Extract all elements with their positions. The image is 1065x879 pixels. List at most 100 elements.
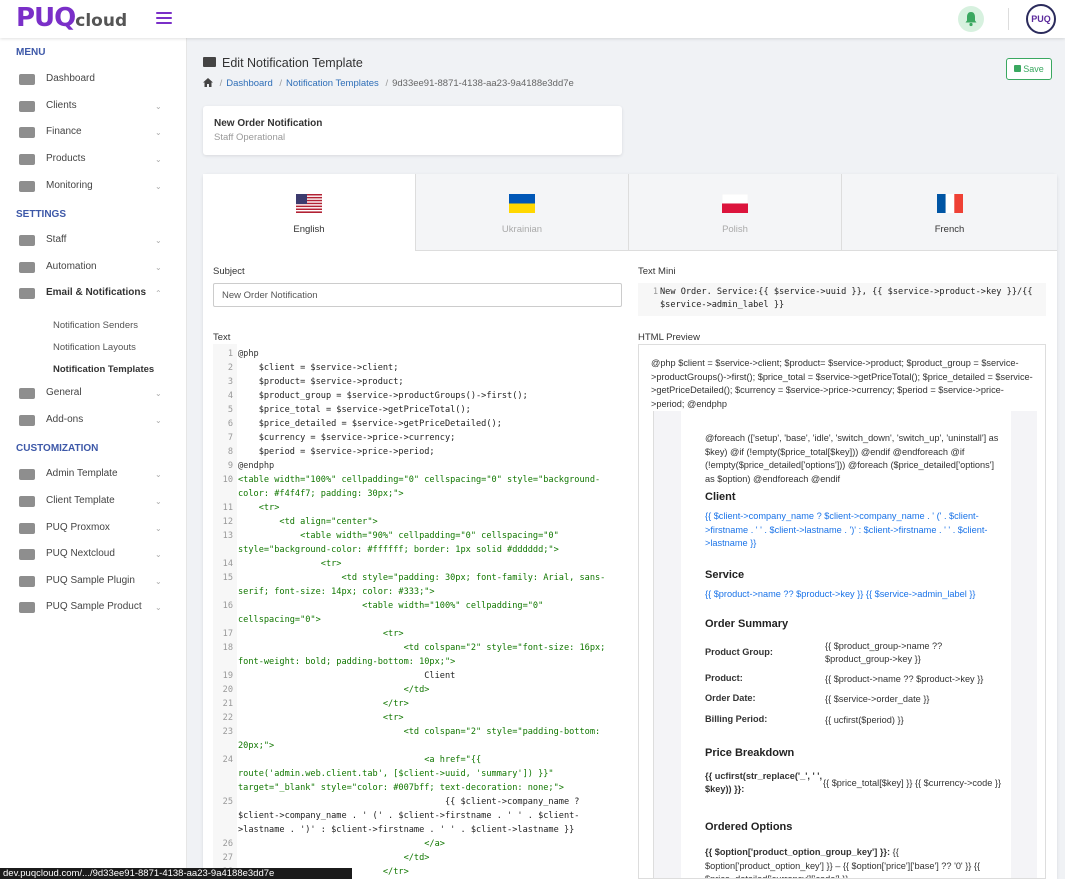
line-number: 8 [227,447,233,457]
sidebar-subitem-notification-layouts[interactable]: Notification Layouts [53,342,136,353]
code-text: <tr> [238,559,342,569]
code-line: 13 <table width="90%" cellpadding="0" ce… [213,529,622,543]
gauge-icon [18,179,36,194]
home-icon[interactable] [203,78,213,87]
tab-polish[interactable]: Polish [629,174,842,251]
code-text: style="background-color: #ffffff; border… [238,545,559,555]
sidebar-item-label: PUQ Proxmox [46,522,110,533]
breadcrumb-notification-templates[interactable]: Notification Templates [286,78,379,89]
preview-service-heading: Service [705,569,745,581]
sidebar-item-general[interactable]: General ⌄ [18,384,168,404]
sidebar-item-dashboard[interactable]: Dashboard [18,70,168,90]
code-line: 17 <tr> [213,627,622,641]
text-mini-editor[interactable]: 1 New Order. Service:{{ $service->uuid }}… [638,283,1046,316]
preview-row-key: Billing Period: [705,714,768,724]
template-name: New Order Notification [214,118,323,129]
sidebar-item-puq-sample-plugin[interactable]: PUQ Sample Plugin ⌄ [18,572,168,592]
preview-row-key: Order Date: [705,693,756,703]
preview-ordered-options-heading: Ordered Options [705,821,793,833]
sidebar-item-finance[interactable]: Finance ⌄ [18,123,168,143]
sidebar-item-label: Admin Template [46,468,118,479]
code-text: <td style="padding: 30px; font-family: A… [238,573,606,583]
window-icon [18,467,36,482]
briefcase-icon [18,521,36,536]
code-line: $client->company_name . ' (' . $client->… [213,809,622,823]
top-bar: PUQcloud PUQ [0,0,1065,38]
code-line: 1 New Order. Service:{{ $service->uuid }}… [638,286,1046,299]
menu-toggle-icon[interactable] [156,12,172,24]
code-text: $currency = $service->price->currency; [238,433,456,443]
tab-french[interactable]: French [842,174,1057,251]
line-number: 2 [227,363,233,373]
code-line: 8 $period = $service->price->period; [213,445,622,459]
code-text: 20px;"> [238,741,275,751]
france-flag-icon [937,194,963,213]
preview-options-key: {{ $option['product_option_group_key'] }… [705,847,891,857]
code-text: <tr> [238,713,404,723]
chevron-down-icon: ⌄ [155,128,162,137]
code-line: 18 <td colspan="2" style="font-size: 16p… [213,641,622,655]
sidebar-item-client-template[interactable]: Client Template ⌄ [18,492,168,512]
template-info-card: New Order Notification Staff Operational [203,106,622,155]
breadcrumb-dashboard[interactable]: Dashboard [226,78,272,89]
subject-input[interactable]: New Order Notification [213,283,622,307]
code-line: 6 $price_detailed = $service->getPriceDe… [213,417,622,431]
line-number: 1 [652,287,658,297]
code-line: $service->admin_label }} [638,299,1046,312]
code-text: <td align="center"> [238,517,378,527]
puzzle-icon [18,413,36,428]
code-line: 11 <tr> [213,501,622,515]
envelope-icon [18,286,36,301]
tab-ukrainian[interactable]: Ukrainian [416,174,629,251]
code-line: 22 <tr> [213,711,622,725]
code-line: 23 <td colspan="2" style="padding-bottom… [213,725,622,739]
code-text: </tr> [238,699,409,709]
sidebar-item-label: PUQ Sample Product [46,601,142,612]
code-line: 5 $price_total = $service->getPriceTotal… [213,403,622,417]
preview-row-key: Product Group: [705,647,773,657]
line-number: 24 [222,755,233,765]
logo-sub: cloud [75,11,128,31]
sidebar-item-admin-template[interactable]: Admin Template ⌄ [18,465,168,485]
text-code-editor[interactable]: 1 @php 2 $client = $service->client; 3 $pro… [213,344,622,879]
tab-english[interactable]: English [203,174,416,251]
sidebar: MENU SETTINGS CUSTOMIZATION Dashboard Cli… [0,38,187,879]
sidebar-item-puq-proxmox[interactable]: PUQ Proxmox ⌄ [18,519,168,539]
line-number: 19 [222,671,233,681]
sidebar-subitem-notification-senders[interactable]: Notification Senders [53,320,138,331]
code-text: New Order. Service:{{ $service->uuid }},… [660,287,1033,297]
sidebar-item-label: Products [46,153,86,164]
preview-client-link[interactable]: {{ $client->company_name ? $client->comp… [705,510,1005,551]
sidebar-item-add-ons[interactable]: Add-ons ⌄ [18,411,168,431]
line-number: 23 [222,727,233,737]
line-number: 22 [222,713,233,723]
save-button[interactable]: Save [1006,58,1052,80]
code-line: font-weight: bold; padding-bottom: 10px;… [213,655,622,669]
logo-main: PUQ [16,3,76,33]
sidebar-item-clients[interactable]: Clients ⌄ [18,97,168,117]
page-title: Edit Notification Template [222,56,363,70]
code-line: 9 @endphp [213,459,622,473]
sidebar-item-monitoring[interactable]: Monitoring ⌄ [18,177,168,197]
notifications-button[interactable] [958,6,984,32]
sidebar-item-staff[interactable]: Staff ⌄ [18,231,168,251]
template-group: Staff Operational [214,132,286,143]
logo[interactable]: PUQcloud [16,3,127,33]
avatar[interactable]: PUQ [1026,4,1056,34]
sidebar-item-label: Monitoring [46,180,93,191]
sidebar-item-automation[interactable]: Automation ⌄ [18,258,168,278]
code-line: color: #f4f4f7; padding: 30px;"> [213,487,622,501]
sidebar-subitem-notification-templates[interactable]: Notification Templates [53,364,154,375]
line-number: 9 [227,461,233,471]
sidebar-item-puq-sample-product[interactable]: PUQ Sample Product ⌄ [18,598,168,618]
tab-label: Polish [722,224,748,235]
code-text: $product= $service->product; [238,377,404,387]
code-text: Client [238,671,456,681]
preview-service-link[interactable]: {{ $product->name ?? $product->key }} {{… [705,588,1005,602]
sidebar-item-email-notifications[interactable]: Email & Notifications ⌃ [18,284,168,304]
tab-label: Ukrainian [501,224,543,235]
text-mini-label: Text Mini [638,266,676,277]
status-bar-url: dev.puqcloud.com/.../9d33ee91-8871-4138-… [0,868,352,879]
sidebar-item-products[interactable]: Products ⌄ [18,150,168,170]
sidebar-item-puq-nextcloud[interactable]: PUQ Nextcloud ⌄ [18,545,168,565]
